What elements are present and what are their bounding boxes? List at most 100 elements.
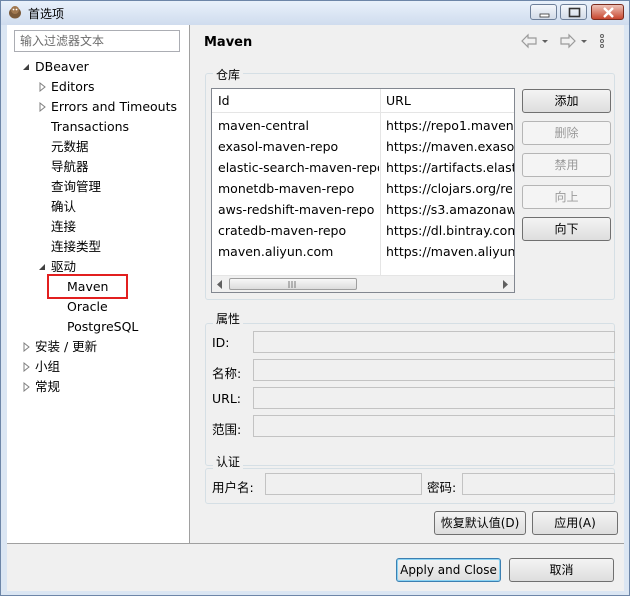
row-url-cell[interactable]: https://maven.aliyun.co xyxy=(380,241,514,262)
row-url-cell[interactable]: https://maven.exasol.c xyxy=(380,136,514,157)
column-header-id[interactable]: Id xyxy=(212,89,380,113)
maximize-button[interactable] xyxy=(560,4,587,20)
tree-node-dbeaver[interactable]: DBeaver xyxy=(21,58,89,76)
tree-node-connections[interactable]: 连接 xyxy=(51,218,76,236)
horizontal-scrollbar[interactable] xyxy=(212,275,514,292)
restore-defaults-button[interactable]: 恢复默认值(D) xyxy=(434,511,526,535)
tree-node-query-manager[interactable]: 查询管理 xyxy=(51,178,101,196)
dbeaver-logo-icon xyxy=(9,6,21,19)
tree-node-metadata[interactable]: 元数据 xyxy=(51,138,89,156)
close-icon xyxy=(603,7,614,18)
minimize-button[interactable] xyxy=(530,4,557,20)
button-bar-separator xyxy=(7,543,624,544)
scroll-thumb[interactable] xyxy=(229,278,357,290)
tree-node-team[interactable]: 小组 xyxy=(21,358,60,376)
close-button[interactable] xyxy=(591,4,624,20)
scroll-right-icon[interactable] xyxy=(501,280,509,289)
collapsed-arrow-icon[interactable] xyxy=(37,102,47,112)
tree-node-label: 元数据 xyxy=(51,139,89,154)
apply-button[interactable]: 应用(A) xyxy=(532,511,618,535)
collapsed-arrow-icon[interactable] xyxy=(21,362,31,372)
page-title: Maven xyxy=(204,35,253,50)
repositories-group-label: 仓库 xyxy=(213,66,244,83)
row-id-cell[interactable]: elastic-search-maven-repo xyxy=(212,157,379,178)
url-label: URL: xyxy=(212,391,242,406)
add-button[interactable]: 添加 xyxy=(522,89,611,113)
tree-node-label: DBeaver xyxy=(35,59,89,74)
disable-button[interactable]: 禁用 xyxy=(522,153,611,177)
row-url-cell[interactable]: https://repo1.maven.o xyxy=(380,115,514,136)
name-field xyxy=(253,359,615,381)
tree-node-postgresql[interactable]: PostgreSQL xyxy=(67,318,138,336)
back-arrow-icon[interactable] xyxy=(520,33,538,49)
authentication-group-label: 认证 xyxy=(213,453,244,470)
tree-node-label: 小组 xyxy=(35,359,61,374)
filter-input[interactable] xyxy=(14,30,180,52)
tree-node-navigator[interactable]: 导航器 xyxy=(51,158,89,176)
maximize-icon xyxy=(568,7,581,18)
preferences-tree-pane: DBeaver Editors Errors and Timeouts Tran… xyxy=(7,25,190,543)
tree-node-errors-timeouts[interactable]: Errors and Timeouts xyxy=(37,98,177,116)
row-url-cell[interactable]: https://s3.amazonaws xyxy=(380,199,514,220)
window-title: 首选项 xyxy=(28,7,65,21)
expanded-arrow-icon[interactable] xyxy=(21,62,31,72)
tree-node-label: PostgreSQL xyxy=(67,319,139,334)
id-field xyxy=(253,331,615,353)
tree-node-label: Oracle xyxy=(67,299,108,314)
grip-icon xyxy=(288,281,296,288)
move-up-button[interactable]: 向上 xyxy=(522,185,611,209)
username-field xyxy=(265,473,422,495)
collapsed-arrow-icon[interactable] xyxy=(21,342,31,352)
tree-node-editors[interactable]: Editors xyxy=(37,78,95,96)
row-id-cell[interactable]: exasol-maven-repo xyxy=(212,136,379,157)
password-label: 密码: xyxy=(427,480,457,495)
tree-node-confirmations[interactable]: 确认 xyxy=(51,198,76,216)
tree-node-maven[interactable]: Maven xyxy=(67,278,108,296)
row-url-cell[interactable]: https://clojars.org/rep xyxy=(380,178,514,199)
tree-node-label: 安装 / 更新 xyxy=(35,339,98,354)
password-field xyxy=(462,473,615,495)
scroll-left-icon[interactable] xyxy=(216,280,224,289)
tree-node-connection-types[interactable]: 连接类型 xyxy=(51,238,101,256)
dialog-client-area: DBeaver Editors Errors and Timeouts Tran… xyxy=(7,25,624,591)
tree-node-label: 驱动 xyxy=(51,259,77,274)
tree-node-general[interactable]: 常规 xyxy=(21,378,60,396)
row-url-cell[interactable]: https://dl.bintray.com/ xyxy=(380,220,514,241)
tree-node-label: Transactions xyxy=(51,119,130,134)
collapsed-arrow-icon[interactable] xyxy=(21,382,31,392)
tree-node-label: 连接 xyxy=(51,219,77,234)
back-dropdown-icon[interactable] xyxy=(540,33,550,49)
tree-node-install-update[interactable]: 安装 / 更新 xyxy=(21,338,97,356)
properties-group-label: 属性 xyxy=(213,310,244,327)
tree-node-oracle[interactable]: Oracle xyxy=(67,298,108,316)
tree-node-label: 常规 xyxy=(35,379,61,394)
row-id-cell[interactable]: aws-redshift-maven-repo xyxy=(212,199,379,220)
tree-node-transactions[interactable]: Transactions xyxy=(51,118,129,136)
row-id-cell[interactable]: maven-central xyxy=(212,115,379,136)
url-field xyxy=(253,387,615,409)
name-label: 名称: xyxy=(212,366,242,381)
delete-button[interactable]: 删除 xyxy=(522,121,611,145)
tree-node-label: 导航器 xyxy=(51,159,89,174)
row-id-cell[interactable]: cratedb-maven-repo xyxy=(212,220,379,241)
preferences-window: 首选项 DBeaver Editors Errors and Timeo xyxy=(0,0,630,596)
view-menu-icon[interactable] xyxy=(598,33,606,49)
title-bar[interactable]: 首选项 xyxy=(1,1,629,25)
collapsed-arrow-icon[interactable] xyxy=(37,82,47,92)
expanded-arrow-icon[interactable] xyxy=(37,262,47,272)
forward-arrow-icon[interactable] xyxy=(559,33,577,49)
move-down-button[interactable]: 向下 xyxy=(522,217,611,241)
repositories-table[interactable]: Id URL maven-central https://repo1.maven… xyxy=(211,88,515,293)
row-id-cell[interactable]: monetdb-maven-repo xyxy=(212,178,379,199)
apply-and-close-button[interactable]: Apply and Close xyxy=(396,558,501,582)
cancel-button[interactable]: 取消 xyxy=(509,558,614,582)
forward-dropdown-icon[interactable] xyxy=(579,33,589,49)
row-url-cell[interactable]: https://artifacts.elastic xyxy=(380,157,514,178)
id-label: ID: xyxy=(212,335,230,350)
tree-node-label: Maven xyxy=(67,279,109,294)
tree-node-label: 连接类型 xyxy=(51,239,102,254)
row-id-cell[interactable]: maven.aliyun.com xyxy=(212,241,379,262)
column-header-url[interactable]: URL xyxy=(380,89,514,113)
scope-label: 范围: xyxy=(212,422,242,437)
tree-node-label: Errors and Timeouts xyxy=(51,99,178,114)
